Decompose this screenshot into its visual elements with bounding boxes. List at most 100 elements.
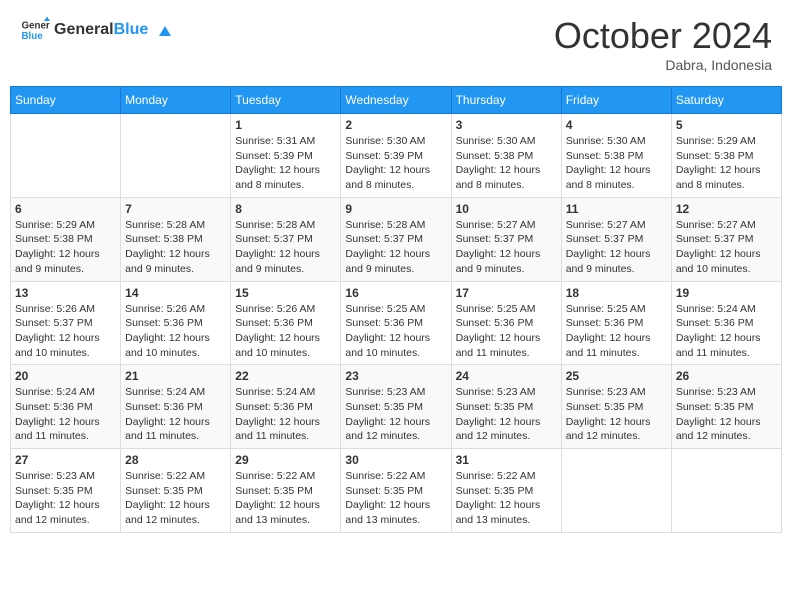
day-info: Sunrise: 5:25 AM Sunset: 5:36 PM Dayligh… bbox=[566, 302, 667, 361]
svg-text:Blue: Blue bbox=[22, 31, 44, 42]
month-title: October 2024 bbox=[554, 15, 772, 57]
page-header: General Blue GeneralBlue October 2024 Da… bbox=[10, 10, 782, 78]
calendar-week-row: 27 Sunrise: 5:23 AM Sunset: 5:35 PM Dayli… bbox=[11, 449, 782, 533]
day-number: 30 bbox=[345, 453, 446, 467]
day-info: Sunrise: 5:28 AM Sunset: 5:37 PM Dayligh… bbox=[345, 218, 446, 277]
day-info: Sunrise: 5:25 AM Sunset: 5:36 PM Dayligh… bbox=[345, 302, 446, 361]
calendar-cell: 7 Sunrise: 5:28 AM Sunset: 5:38 PM Daylig… bbox=[121, 197, 231, 281]
location: Dabra, Indonesia bbox=[554, 57, 772, 73]
calendar-cell: 3 Sunrise: 5:30 AM Sunset: 5:38 PM Daylig… bbox=[451, 114, 561, 198]
day-info: Sunrise: 5:26 AM Sunset: 5:37 PM Dayligh… bbox=[15, 302, 116, 361]
calendar-cell: 6 Sunrise: 5:29 AM Sunset: 5:38 PM Daylig… bbox=[11, 197, 121, 281]
day-number: 17 bbox=[456, 286, 557, 300]
calendar-cell: 1Sunrise: 5:31 AM Sunset: 5:39 PM Daylig… bbox=[231, 114, 341, 198]
day-info: Sunrise: 5:24 AM Sunset: 5:36 PM Dayligh… bbox=[125, 385, 226, 444]
calendar-cell: 20 Sunrise: 5:24 AM Sunset: 5:36 PM Dayli… bbox=[11, 365, 121, 449]
calendar-cell: 11Sunrise: 5:27 AM Sunset: 5:37 PM Dayli… bbox=[561, 197, 671, 281]
day-info: Sunrise: 5:24 AM Sunset: 5:36 PM Dayligh… bbox=[15, 385, 116, 444]
calendar-day-header: Tuesday bbox=[231, 87, 341, 114]
day-number: 6 bbox=[15, 202, 116, 216]
day-info: Sunrise: 5:24 AM Sunset: 5:36 PM Dayligh… bbox=[676, 302, 777, 361]
calendar-cell: 14 Sunrise: 5:26 AM Sunset: 5:36 PM Dayli… bbox=[121, 281, 231, 365]
calendar-day-header: Monday bbox=[121, 87, 231, 114]
day-info: Sunrise: 5:23 AM Sunset: 5:35 PM Dayligh… bbox=[15, 469, 116, 528]
day-info: Sunrise: 5:22 AM Sunset: 5:35 PM Dayligh… bbox=[345, 469, 446, 528]
day-info: Sunrise: 5:26 AM Sunset: 5:36 PM Dayligh… bbox=[235, 302, 336, 361]
day-number: 19 bbox=[676, 286, 777, 300]
calendar-cell: 15 Sunrise: 5:26 AM Sunset: 5:36 PM Dayli… bbox=[231, 281, 341, 365]
day-number: 22 bbox=[235, 369, 336, 383]
calendar-day-header: Friday bbox=[561, 87, 671, 114]
day-info: Sunrise: 5:23 AM Sunset: 5:35 PM Dayligh… bbox=[456, 385, 557, 444]
day-info: Sunrise: 5:29 AM Sunset: 5:38 PM Dayligh… bbox=[15, 218, 116, 277]
day-info: Sunrise: 5:28 AM Sunset: 5:37 PM Dayligh… bbox=[235, 218, 336, 277]
day-number: 14 bbox=[125, 286, 226, 300]
calendar-cell: 30 Sunrise: 5:22 AM Sunset: 5:35 PM Dayli… bbox=[341, 449, 451, 533]
day-info: Sunrise: 5:27 AM Sunset: 5:37 PM Dayligh… bbox=[676, 218, 777, 277]
calendar-cell: 17 Sunrise: 5:25 AM Sunset: 5:36 PM Dayli… bbox=[451, 281, 561, 365]
day-info: Sunrise: 5:27 AM Sunset: 5:37 PM Dayligh… bbox=[456, 218, 557, 277]
day-info: Sunrise: 5:30 AM Sunset: 5:39 PM Dayligh… bbox=[345, 134, 446, 193]
calendar-cell: 29 Sunrise: 5:22 AM Sunset: 5:35 PM Dayli… bbox=[231, 449, 341, 533]
day-info: Sunrise: 5:28 AM Sunset: 5:38 PM Dayligh… bbox=[125, 218, 226, 277]
calendar-cell bbox=[671, 449, 781, 533]
calendar-cell: 4Sunrise: 5:30 AM Sunset: 5:38 PM Daylig… bbox=[561, 114, 671, 198]
calendar-cell: 12 Sunrise: 5:27 AM Sunset: 5:37 PM Dayli… bbox=[671, 197, 781, 281]
calendar-cell: 24Sunrise: 5:23 AM Sunset: 5:35 PM Dayli… bbox=[451, 365, 561, 449]
calendar-table: SundayMondayTuesdayWednesdayThursdayFrid… bbox=[10, 86, 782, 533]
day-number: 27 bbox=[15, 453, 116, 467]
day-number: 10 bbox=[456, 202, 557, 216]
day-info: Sunrise: 5:23 AM Sunset: 5:35 PM Dayligh… bbox=[345, 385, 446, 444]
calendar-cell: 21 Sunrise: 5:24 AM Sunset: 5:36 PM Dayli… bbox=[121, 365, 231, 449]
day-number: 3 bbox=[456, 118, 557, 132]
day-info: Sunrise: 5:26 AM Sunset: 5:36 PM Dayligh… bbox=[125, 302, 226, 361]
day-number: 23 bbox=[345, 369, 446, 383]
calendar-cell: 10 Sunrise: 5:27 AM Sunset: 5:37 PM Dayli… bbox=[451, 197, 561, 281]
day-info: Sunrise: 5:29 AM Sunset: 5:38 PM Dayligh… bbox=[676, 134, 777, 193]
svg-text:General: General bbox=[22, 21, 51, 32]
calendar-day-header: Sunday bbox=[11, 87, 121, 114]
day-info: Sunrise: 5:23 AM Sunset: 5:35 PM Dayligh… bbox=[566, 385, 667, 444]
day-number: 13 bbox=[15, 286, 116, 300]
day-number: 7 bbox=[125, 202, 226, 216]
day-number: 18 bbox=[566, 286, 667, 300]
day-number: 29 bbox=[235, 453, 336, 467]
logo: General Blue GeneralBlue bbox=[20, 15, 171, 45]
calendar-cell: 28Sunrise: 5:22 AM Sunset: 5:35 PM Dayli… bbox=[121, 449, 231, 533]
day-info: Sunrise: 5:25 AM Sunset: 5:36 PM Dayligh… bbox=[456, 302, 557, 361]
title-block: October 2024 Dabra, Indonesia bbox=[554, 15, 772, 73]
calendar-week-row: 20 Sunrise: 5:24 AM Sunset: 5:36 PM Dayli… bbox=[11, 365, 782, 449]
day-info: Sunrise: 5:24 AM Sunset: 5:36 PM Dayligh… bbox=[235, 385, 336, 444]
calendar-cell: 31Sunrise: 5:22 AM Sunset: 5:35 PM Dayli… bbox=[451, 449, 561, 533]
calendar-cell: 23 Sunrise: 5:23 AM Sunset: 5:35 PM Dayli… bbox=[341, 365, 451, 449]
calendar-cell: 27 Sunrise: 5:23 AM Sunset: 5:35 PM Dayli… bbox=[11, 449, 121, 533]
day-number: 15 bbox=[235, 286, 336, 300]
day-number: 2 bbox=[345, 118, 446, 132]
calendar-week-row: 1Sunrise: 5:31 AM Sunset: 5:39 PM Daylig… bbox=[11, 114, 782, 198]
calendar-cell: 16 Sunrise: 5:25 AM Sunset: 5:36 PM Dayli… bbox=[341, 281, 451, 365]
calendar-cell: 9 Sunrise: 5:28 AM Sunset: 5:37 PM Daylig… bbox=[341, 197, 451, 281]
calendar-cell: 5 Sunrise: 5:29 AM Sunset: 5:38 PM Daylig… bbox=[671, 114, 781, 198]
day-info: Sunrise: 5:30 AM Sunset: 5:38 PM Dayligh… bbox=[456, 134, 557, 193]
logo-text: GeneralBlue bbox=[54, 21, 171, 39]
day-number: 31 bbox=[456, 453, 557, 467]
calendar-week-row: 13 Sunrise: 5:26 AM Sunset: 5:37 PM Dayli… bbox=[11, 281, 782, 365]
day-number: 20 bbox=[15, 369, 116, 383]
day-info: Sunrise: 5:23 AM Sunset: 5:35 PM Dayligh… bbox=[676, 385, 777, 444]
calendar-day-header: Saturday bbox=[671, 87, 781, 114]
calendar-cell bbox=[121, 114, 231, 198]
calendar-day-header: Thursday bbox=[451, 87, 561, 114]
day-number: 5 bbox=[676, 118, 777, 132]
calendar-cell: 13 Sunrise: 5:26 AM Sunset: 5:37 PM Dayli… bbox=[11, 281, 121, 365]
logo-icon: General Blue bbox=[20, 15, 50, 45]
day-info: Sunrise: 5:22 AM Sunset: 5:35 PM Dayligh… bbox=[235, 469, 336, 528]
day-number: 9 bbox=[345, 202, 446, 216]
calendar-cell: 19 Sunrise: 5:24 AM Sunset: 5:36 PM Dayli… bbox=[671, 281, 781, 365]
day-number: 16 bbox=[345, 286, 446, 300]
day-number: 21 bbox=[125, 369, 226, 383]
day-info: Sunrise: 5:27 AM Sunset: 5:37 PM Dayligh… bbox=[566, 218, 667, 277]
calendar-cell: 26Sunrise: 5:23 AM Sunset: 5:35 PM Dayli… bbox=[671, 365, 781, 449]
calendar-week-row: 6 Sunrise: 5:29 AM Sunset: 5:38 PM Daylig… bbox=[11, 197, 782, 281]
day-number: 12 bbox=[676, 202, 777, 216]
day-number: 1 bbox=[235, 118, 336, 132]
